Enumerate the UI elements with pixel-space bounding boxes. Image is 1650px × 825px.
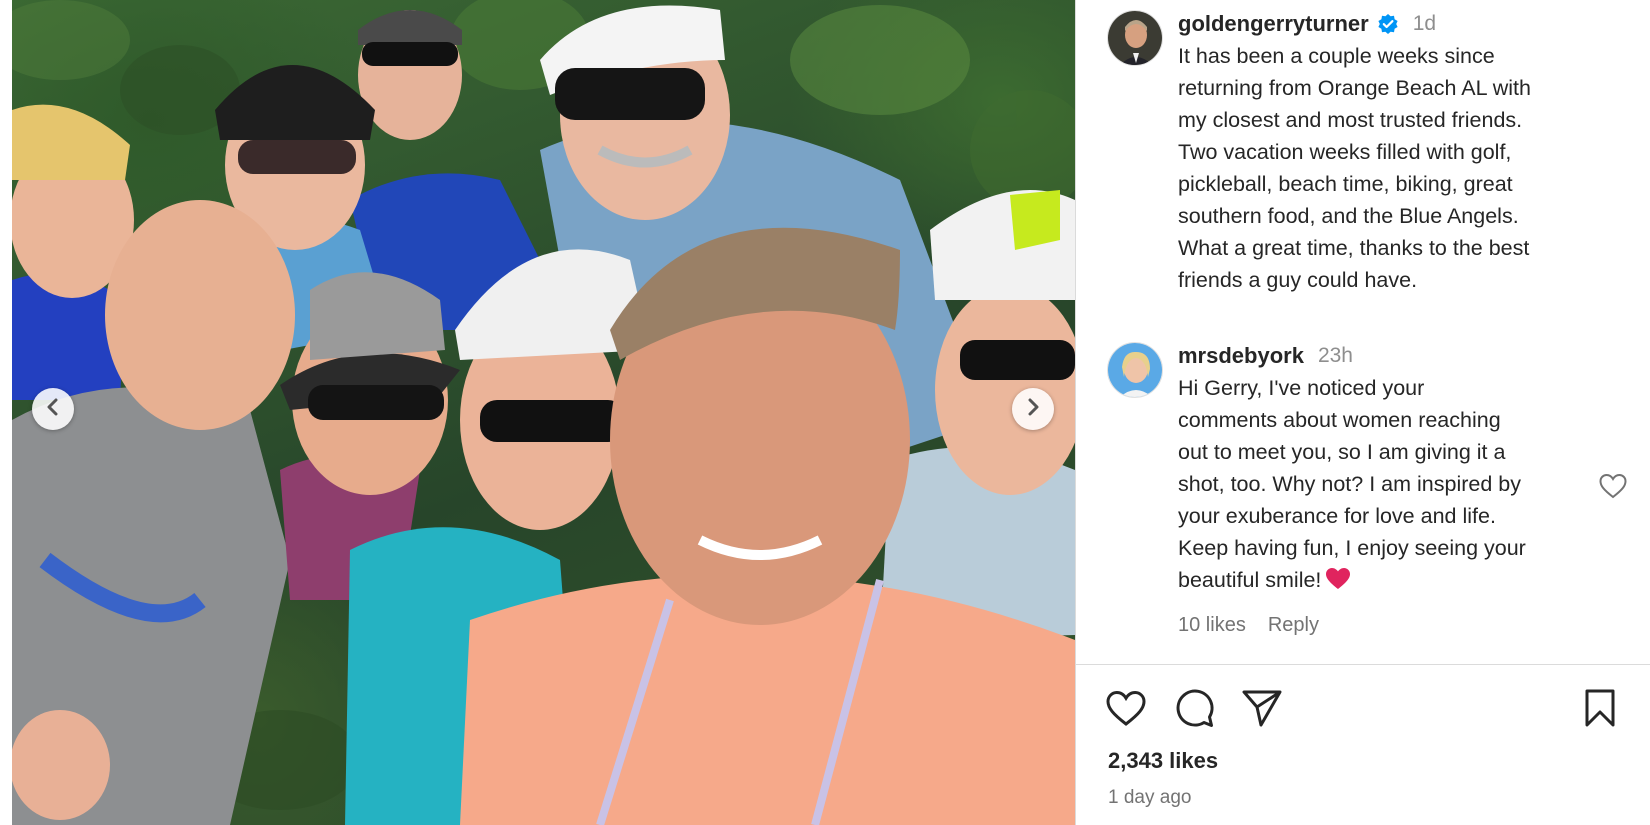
red-heart-emoji-icon	[1325, 567, 1351, 600]
group-selfie-photo	[0, 0, 1075, 825]
post-action-bar	[1104, 688, 1622, 732]
post-media[interactable]	[0, 0, 1075, 825]
comment-likes-count[interactable]: 10 likes	[1178, 614, 1246, 637]
post-caption: goldengerryturner 1d It has been a coupl…	[1107, 10, 1608, 296]
commenter-avatar[interactable]	[1107, 342, 1163, 398]
heart-outline-icon	[1598, 473, 1628, 504]
comment-actions: 10 likes Reply	[1178, 614, 1588, 637]
post-likes-count[interactable]: 2,343 likes	[1108, 748, 1218, 774]
comment-reply-button[interactable]: Reply	[1268, 614, 1319, 637]
share-button[interactable]	[1240, 688, 1284, 732]
instagram-post: goldengerryturner 1d It has been a coupl…	[0, 0, 1650, 825]
save-button[interactable]	[1578, 688, 1622, 732]
post-details-panel: goldengerryturner 1d It has been a coupl…	[1075, 0, 1650, 825]
actions-divider	[1076, 664, 1650, 665]
chevron-left-icon	[45, 398, 61, 421]
verified-badge-icon	[1377, 13, 1399, 35]
caption-text: It has been a couple weeks since returni…	[1178, 44, 1531, 292]
post-time: 1d	[1412, 12, 1437, 35]
paper-plane-icon	[1241, 688, 1283, 733]
commenter-username[interactable]: mrsdebyork	[1178, 343, 1304, 369]
photo-illustration	[0, 0, 1075, 825]
chevron-right-icon	[1025, 398, 1041, 421]
carousel-next-button[interactable]	[1012, 388, 1054, 430]
comment-text-wrapper: Hi Gerry, I've noticed your comments abo…	[1178, 372, 1588, 600]
bookmark-icon	[1583, 688, 1617, 733]
comment-button[interactable]	[1172, 688, 1216, 732]
speech-bubble-icon	[1173, 687, 1215, 734]
media-left-gutter	[0, 0, 12, 825]
like-button[interactable]	[1104, 688, 1148, 732]
comment-item: mrsdebyork 23h Hi Gerry, I've noticed yo…	[1107, 342, 1588, 637]
author-username[interactable]: goldengerryturner	[1178, 11, 1369, 37]
heart-outline-icon	[1105, 689, 1147, 732]
post-date: 1 day ago	[1108, 787, 1192, 808]
comment-like-button[interactable]	[1598, 472, 1628, 502]
comment-time: 23h	[1317, 344, 1353, 367]
comment-text: Hi Gerry, I've noticed your comments abo…	[1178, 376, 1526, 592]
carousel-prev-button[interactable]	[32, 388, 74, 430]
author-avatar[interactable]	[1107, 10, 1163, 66]
